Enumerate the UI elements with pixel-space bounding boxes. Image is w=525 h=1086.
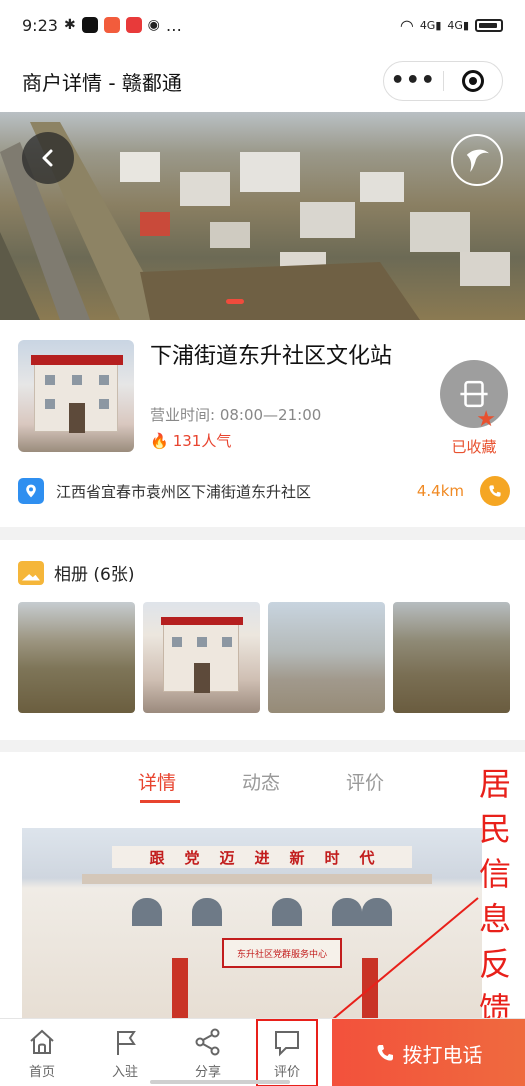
album-photo[interactable] [143, 602, 260, 713]
phone-icon[interactable] [480, 476, 510, 506]
tab-reviews[interactable]: 评价 [346, 768, 384, 795]
album-section: 相册 (6张) [0, 540, 525, 740]
building-window [192, 898, 222, 926]
page-title: 商户详情 - 赣鄱通 [22, 70, 182, 95]
address-row[interactable]: 江西省宜春市袁州区下浦街道东升社区 4.4km [18, 476, 510, 506]
flag-icon [117, 1031, 136, 1055]
location-icon [18, 478, 44, 504]
carousel-indicator [226, 299, 244, 304]
share-button[interactable]: 分享 [178, 1027, 238, 1080]
popularity: 🔥 131人气 [150, 430, 231, 451]
detail-tabs: 详情 动态 评价 [0, 752, 525, 808]
banner-image[interactable] [0, 112, 525, 320]
album-photo[interactable] [393, 602, 510, 713]
active-tab-indicator [140, 800, 180, 803]
business-hours: 营业时间: 08:00—21:00 [150, 406, 322, 424]
building-sign: 东升社区党群服务中心 [222, 938, 342, 968]
status-time: 9:23 [22, 15, 58, 35]
favorite-circle: ★ [440, 360, 508, 432]
favorite-button[interactable]: ★ 已收藏 [439, 360, 509, 457]
phone-icon [377, 1045, 393, 1061]
home-icon [30, 1029, 54, 1054]
shop-info-card: 下浦街道东升社区文化站 营业时间: 08:00—21:00 🔥 131人气 ★ … [0, 320, 525, 527]
close-button[interactable] [444, 70, 503, 92]
shop-thumbnail[interactable] [18, 340, 134, 452]
distance-text: 4.4km [416, 482, 464, 500]
wifi-icon: ◠ [399, 15, 414, 35]
address-text: 江西省宜春市袁州区下浦街道东升社区 [56, 482, 312, 501]
page: 9:23 ✱ ◉ … ◠ 4G▮ 4G▮ 商户详情 - 赣鄱通 ••• 下浦街道… [0, 0, 525, 1086]
annotation-char: 信 [478, 855, 511, 893]
shop-name: 下浦街道东升社区文化站 [150, 344, 393, 369]
album-photos [18, 602, 510, 713]
building-illustration [31, 355, 123, 433]
join-label: 入驻 [111, 1065, 138, 1080]
bottom-bar: 首页 入驻 分享 评价 拨打电话 [0, 1018, 525, 1086]
signal-icon-2: 4G▮ [447, 18, 469, 32]
building-window [362, 898, 392, 926]
app-icon-red [125, 17, 142, 33]
battery-icon [475, 18, 503, 32]
building-window [132, 898, 162, 926]
building-roofline [82, 874, 432, 884]
home-label: 首页 [28, 1065, 55, 1080]
join-button[interactable]: 入驻 [95, 1027, 155, 1080]
status-bar: 9:23 ✱ ◉ … ◠ 4G▮ 4G▮ [0, 0, 525, 50]
mini-program-capsule: ••• [383, 61, 503, 101]
bluetooth-icon: ✱ [63, 17, 76, 33]
annotation-char: 居 [478, 765, 511, 803]
app-icon-orange [103, 17, 120, 33]
home-button[interactable]: 首页 [12, 1027, 72, 1080]
tab-details[interactable]: 详情 [138, 768, 176, 795]
detail-content: 跟党迈进新时代 东升社区党群服务中心 [0, 808, 525, 1038]
annotation-char: 民 [478, 810, 511, 848]
star-icon: ★ [476, 407, 496, 432]
call-label: 拨打电话 [402, 1042, 483, 1067]
tab-updates[interactable]: 动态 [242, 768, 280, 795]
annotation-char: 息 [478, 900, 511, 938]
detail-photo[interactable]: 跟党迈进新时代 东升社区党群服务中心 [22, 828, 482, 1028]
photo-album-icon [18, 560, 44, 585]
building-window [272, 898, 302, 926]
more-button[interactable]: ••• [384, 61, 443, 101]
album-title: 相册 (6张) [54, 565, 135, 585]
chevron-left-icon [42, 149, 53, 167]
share-icon [195, 1028, 220, 1056]
popularity-count: 131人气 [172, 432, 232, 450]
resident-feedback-annotation: 居 民 信 息 反 馈 [474, 762, 516, 1032]
album-photo[interactable] [18, 602, 135, 713]
album-photo[interactable] [268, 602, 385, 713]
back-button[interactable] [22, 132, 74, 184]
qq-icon: ◉ [147, 17, 160, 33]
share-label: 分享 [194, 1065, 221, 1080]
nav-bar: 商户详情 - 赣鄱通 ••• [0, 50, 525, 112]
status-extras: … [165, 15, 182, 35]
signal-icon-1: 4G▮ [419, 18, 442, 32]
target-icon [461, 70, 484, 92]
brand-logo-icon [451, 134, 503, 186]
review-highlight-box [256, 1019, 318, 1086]
album-header[interactable]: 相册 (6张) [18, 560, 134, 585]
qr-scan-icon [460, 380, 488, 408]
home-indicator [150, 1080, 290, 1084]
building-slogan: 跟党迈进新时代 [112, 846, 412, 868]
tiktok-icon [81, 17, 98, 33]
annotation-char: 反 [478, 945, 511, 983]
building-window [332, 898, 362, 926]
fire-icon: 🔥 [150, 431, 169, 450]
village-aerial-image [0, 122, 510, 320]
call-button[interactable]: 拨打电话 [332, 1019, 525, 1086]
favorite-label: 已收藏 [451, 438, 497, 456]
